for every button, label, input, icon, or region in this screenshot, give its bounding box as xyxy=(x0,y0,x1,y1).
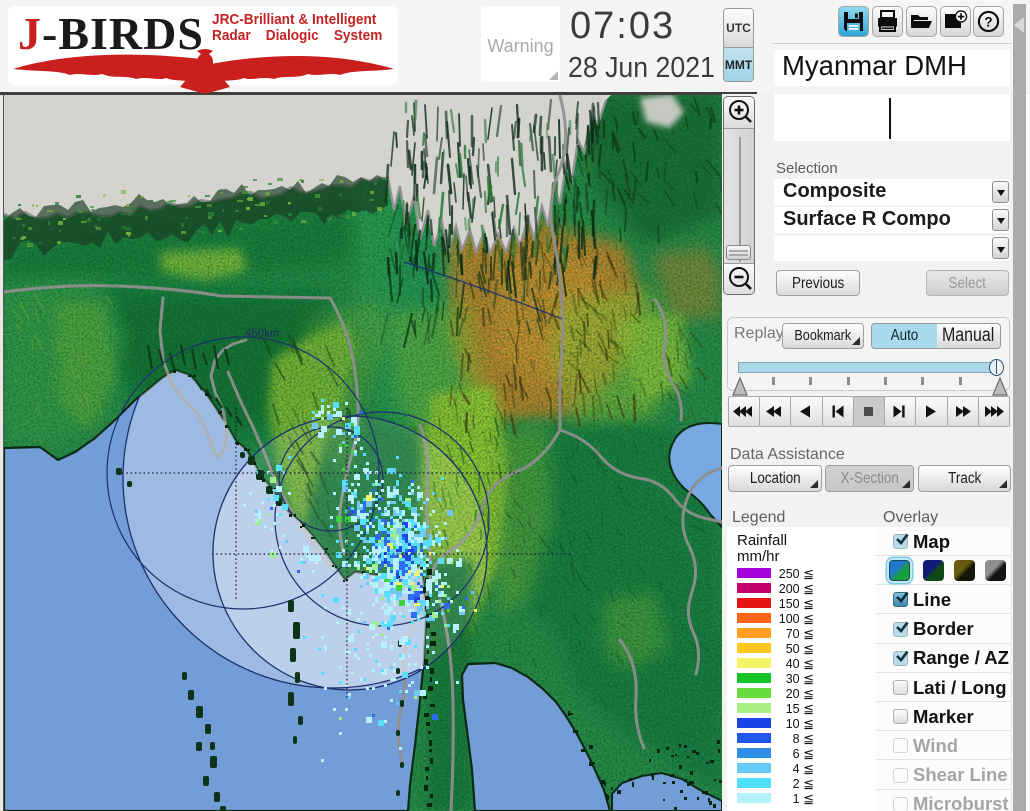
svg-text:?: ? xyxy=(984,14,992,29)
svg-text:450km: 450km xyxy=(245,328,280,340)
